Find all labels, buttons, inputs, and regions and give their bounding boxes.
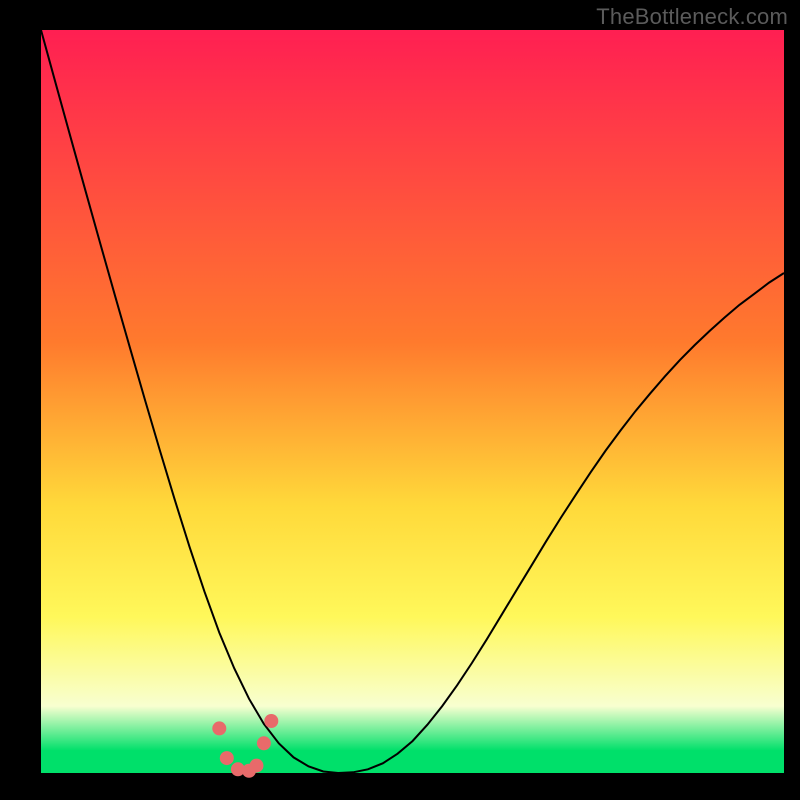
watermark-text: TheBottleneck.com xyxy=(596,4,788,30)
min-region-markers xyxy=(212,714,278,778)
marker-dot xyxy=(250,759,264,773)
marker-dot xyxy=(220,751,234,765)
plot-area xyxy=(41,30,784,773)
outer-frame: TheBottleneck.com xyxy=(0,0,800,800)
marker-dot xyxy=(257,736,271,750)
marker-dot xyxy=(212,721,226,735)
bottleneck-curve xyxy=(41,30,784,773)
marker-dot xyxy=(264,714,278,728)
chart-svg xyxy=(41,30,784,773)
